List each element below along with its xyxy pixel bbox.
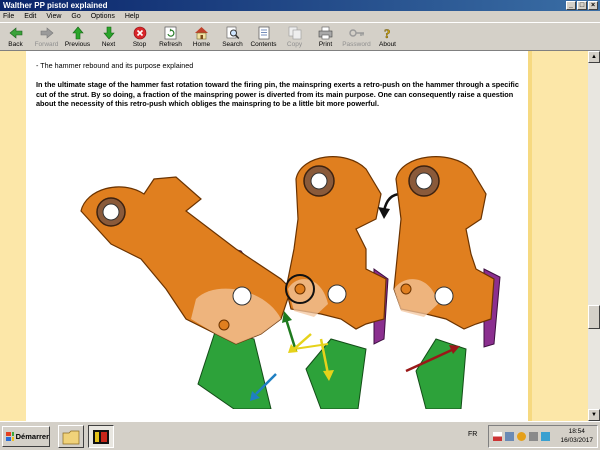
home-button[interactable]: Home	[186, 23, 217, 51]
section-heading: - The hammer rebound and its purpose exp…	[36, 61, 194, 70]
up-arrow-icon	[70, 25, 86, 40]
menu-file[interactable]: File	[0, 11, 19, 22]
hammer-rebound-figure	[80, 156, 501, 409]
contents-button[interactable]: Contents	[248, 23, 279, 51]
windows-logo-icon	[6, 431, 14, 441]
refresh-icon	[163, 25, 179, 40]
hammer-stage-2	[285, 156, 402, 409]
document-area: - The hammer rebound and its purpose exp…	[26, 51, 528, 421]
title-bar: Walther PP pistol explained _ □ ×	[0, 0, 600, 11]
start-button[interactable]: Démarrer	[2, 426, 50, 447]
menu-options[interactable]: Options	[86, 11, 120, 22]
search-icon	[225, 25, 241, 40]
copy-icon	[287, 25, 303, 40]
notification-icon[interactable]	[541, 432, 550, 441]
scroll-thumb[interactable]	[588, 305, 600, 329]
refresh-button[interactable]: Refresh	[155, 23, 186, 51]
password-button[interactable]: Password	[341, 23, 372, 51]
print-button[interactable]: Print	[310, 23, 341, 51]
clock[interactable]: 18:54 16/03/2017	[560, 427, 593, 445]
menu-view[interactable]: View	[41, 11, 66, 22]
start-label: Démarrer	[15, 432, 49, 441]
scroll-down-arrow-icon[interactable]: ▼	[588, 409, 600, 421]
window-title: Walther PP pistol explained	[3, 1, 108, 10]
pistol-app-icon	[93, 429, 109, 444]
content-viewport: - The hammer rebound and its purpose exp…	[0, 51, 588, 421]
taskbar-app-button[interactable]	[88, 425, 114, 448]
hammer-stage-3	[393, 156, 501, 409]
menu-edit[interactable]: Edit	[19, 11, 41, 22]
forward-arrow-icon	[39, 25, 55, 40]
printer-icon	[318, 25, 334, 40]
folder-icon	[62, 430, 80, 444]
maximize-button[interactable]: □	[577, 1, 587, 10]
minimize-button[interactable]: _	[566, 1, 576, 10]
right-margin-band	[528, 51, 588, 421]
question-mark-icon: ?	[380, 25, 396, 40]
down-arrow-icon	[101, 25, 117, 40]
system-tray: 18:54 16/03/2017	[488, 425, 598, 448]
contents-icon	[256, 25, 272, 40]
taskbar: Démarrer FR 18:54 16/03/2017	[0, 421, 600, 450]
hammer-stage-1	[80, 176, 298, 409]
network-icon[interactable]	[505, 432, 514, 441]
close-button[interactable]: ×	[588, 1, 598, 10]
stop-icon	[132, 25, 148, 40]
back-button[interactable]: Back	[0, 23, 31, 51]
left-margin-band	[0, 51, 26, 421]
toolbar: Back Forward Previous Next Stop Refresh	[0, 22, 600, 51]
vertical-scrollbar[interactable]: ▲ ▼	[588, 51, 600, 421]
taskbar-explorer-button[interactable]	[58, 425, 84, 448]
menu-bar: File Edit View Go Options Help	[0, 11, 600, 22]
menu-go[interactable]: Go	[66, 11, 85, 22]
home-icon	[194, 25, 210, 40]
key-icon	[348, 25, 365, 40]
menu-help[interactable]: Help	[120, 11, 144, 22]
flag-icon[interactable]	[493, 432, 502, 441]
volume-icon[interactable]	[529, 432, 538, 441]
back-arrow-icon	[8, 25, 24, 40]
forward-button[interactable]: Forward	[31, 23, 62, 51]
explanation-paragraph: In the ultimate stage of the hammer fast…	[36, 80, 519, 109]
svg-text:?: ?	[384, 26, 391, 40]
previous-button[interactable]: Previous	[62, 23, 93, 51]
stop-button[interactable]: Stop	[124, 23, 155, 51]
language-indicator[interactable]: FR	[468, 431, 477, 438]
copy-button[interactable]: Copy	[279, 23, 310, 51]
clock-time: 18:54	[568, 428, 585, 435]
security-icon[interactable]	[517, 432, 526, 441]
next-button[interactable]: Next	[93, 23, 124, 51]
clock-date: 16/03/2017	[560, 437, 593, 444]
about-button[interactable]: ? About	[372, 23, 403, 51]
scroll-up-arrow-icon[interactable]: ▲	[588, 51, 600, 63]
search-button[interactable]: Search	[217, 23, 248, 51]
